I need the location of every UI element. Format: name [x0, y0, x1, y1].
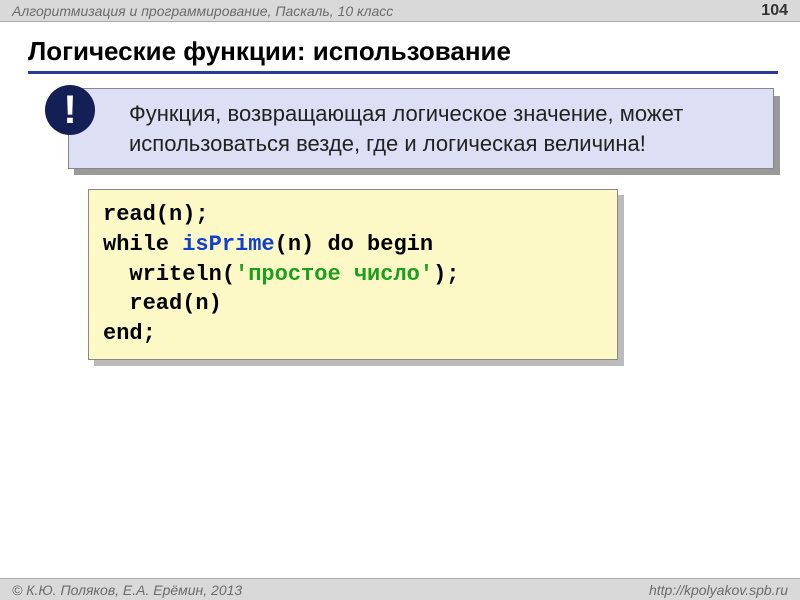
code-line-4: read(n): [103, 291, 222, 316]
header-bar: Алгоритмизация и программирование, Паска…: [0, 0, 800, 22]
code-line-5: end;: [103, 321, 156, 346]
course-label: Алгоритмизация и программирование, Паска…: [12, 3, 393, 19]
callout: ! Функция, возвращающая логическое значе…: [68, 88, 774, 169]
code-block: read(n); while isPrime(n) do begin write…: [88, 189, 618, 359]
code-line-1: read(n);: [103, 202, 209, 227]
footer-bar: © К.Ю. Поляков, Е.А. Ерёмин, 2013 http:/…: [0, 578, 800, 600]
code: read(n); while isPrime(n) do begin write…: [88, 189, 618, 359]
exclamation-icon: !: [45, 85, 95, 135]
code-line-3a: writeln(: [103, 262, 235, 287]
code-string: 'простое число': [235, 262, 433, 287]
code-keyword-isprime: isPrime: [182, 232, 274, 257]
code-line-3c: );: [433, 262, 459, 287]
page-number: 104: [761, 2, 788, 20]
footer-url: http://kpolyakov.spb.ru: [649, 582, 788, 598]
code-line-2c: (n) do begin: [275, 232, 433, 257]
authors: © К.Ю. Поляков, Е.А. Ерёмин, 2013: [12, 582, 242, 598]
callout-box: ! Функция, возвращающая логическое значе…: [34, 88, 774, 169]
slide-title: Логические функции: использование: [28, 36, 778, 74]
slide-content: Логические функции: использование ! Функ…: [0, 22, 800, 360]
code-line-2a: while: [103, 232, 182, 257]
callout-text: Функция, возвращающая логическое значени…: [129, 101, 683, 156]
